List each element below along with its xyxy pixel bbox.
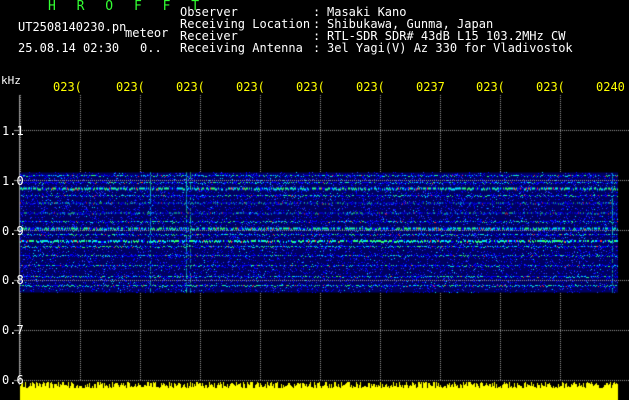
time-tick-label: 0237 [416,80,445,94]
hrofft-window: H R O F F T UT2508140230.pn meteor 25.08… [0,0,629,400]
freq-tick-label: 1.1 [2,124,24,138]
time-tick-label: 023( [296,80,325,94]
antenna-value: 3el Yagi(V) Az 330 for Vladivostok [327,41,573,55]
time-tick-label: 023( [116,80,145,94]
file-name: UT2508140230.pn [18,20,127,34]
antenna-label: Receiving Antenna [180,41,303,55]
time-tick-label: 023( [53,80,82,94]
mode-label: meteor [125,26,169,40]
date-time: 25.08.14 02:30 [18,41,120,55]
time-tick-label: 023( [536,80,565,94]
freq-tick-label: 1.0 [2,174,24,188]
freq-tick-label: 0.9 [2,224,24,238]
antenna-separator: : [313,41,321,55]
time-tick-label: 023( [356,80,385,94]
time-tick-label: 023( [476,80,505,94]
freq-tick-label: 0.6 [2,373,24,387]
count-label: 0.. [140,41,162,55]
spectrogram-waterfall [0,0,629,400]
freq-tick-label: 0.7 [2,323,24,337]
freq-tick-label: 0.8 [2,273,24,287]
time-tick-label: 023( [236,80,265,94]
time-tick-label: 0240 [596,80,625,94]
frequency-unit-label: kHz [1,74,21,87]
time-tick-label: 023( [176,80,205,94]
